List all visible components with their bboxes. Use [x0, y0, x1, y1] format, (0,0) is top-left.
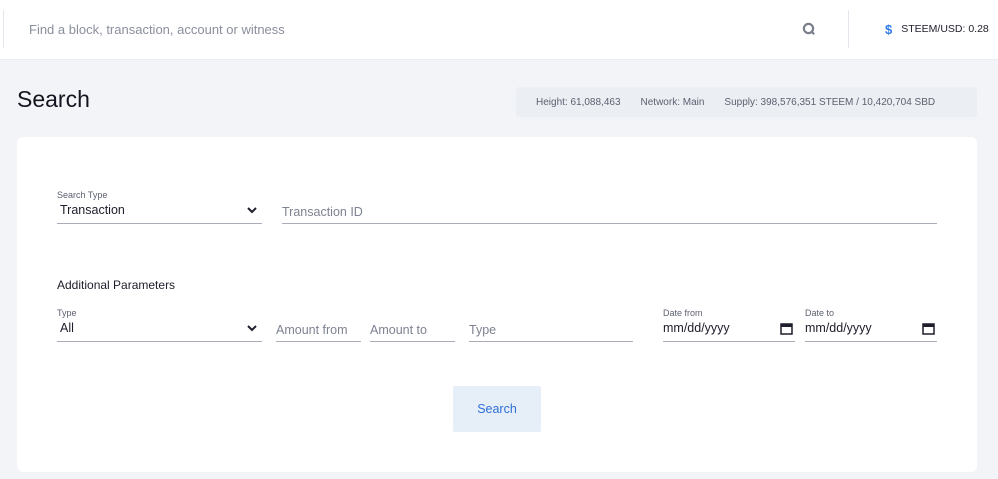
- search-type-value: Transaction: [60, 203, 125, 217]
- date-from-label: Date from: [663, 308, 703, 318]
- date-to-field[interactable]: Date to mm/dd/yyyy: [805, 308, 937, 342]
- dollar-icon: $: [885, 21, 893, 37]
- amount-from-placeholder: Amount from: [276, 323, 348, 337]
- transaction-id-placeholder: Transaction ID: [282, 205, 363, 219]
- search-type-label: Search Type: [57, 190, 108, 200]
- search-card: Search Type Transaction Transaction ID A…: [17, 137, 977, 472]
- amount-to-placeholder: Amount to: [370, 323, 427, 337]
- divider: [848, 10, 849, 48]
- chevron-down-icon: [247, 207, 257, 214]
- stat-height: Height: 61,088,463: [536, 96, 621, 108]
- page-title: Search: [17, 86, 90, 112]
- chain-stats: Height: 61,088,463 Network: Main Supply:…: [516, 87, 977, 117]
- chevron-down-icon: [247, 325, 257, 332]
- operation-type-placeholder: Type: [469, 323, 497, 337]
- date-to-label: Date to: [805, 308, 835, 318]
- additional-parameters-heading: Additional Parameters: [57, 278, 176, 292]
- divider: [3, 10, 4, 48]
- stat-supply: Supply: 398,576,351 STEEM / 10,420,704 S…: [724, 96, 936, 108]
- global-search-input[interactable]: [20, 14, 800, 44]
- search-type-select[interactable]: Search Type Transaction: [57, 190, 262, 224]
- operation-type-field[interactable]: Type: [469, 308, 633, 342]
- type-label: Type: [57, 308, 77, 318]
- date-from-value: mm/dd/yyyy: [663, 321, 730, 335]
- amount-from-field[interactable]: Amount from: [276, 308, 361, 342]
- price-text: STEEM/USD: 0.28: [901, 23, 989, 35]
- type-value: All: [60, 321, 74, 335]
- type-select[interactable]: Type All: [57, 308, 262, 342]
- transaction-id-field[interactable]: Transaction ID: [282, 190, 937, 224]
- top-bar: $ STEEM/USD: 0.28: [0, 0, 998, 60]
- amount-to-field[interactable]: Amount to: [370, 308, 455, 342]
- search-button[interactable]: Search: [453, 386, 541, 432]
- calendar-icon[interactable]: [922, 322, 935, 335]
- price-ticker: $ STEEM/USD: 0.28: [885, 21, 989, 37]
- date-from-field[interactable]: Date from mm/dd/yyyy: [663, 308, 795, 342]
- calendar-icon[interactable]: [780, 322, 793, 335]
- stat-network: Network: Main: [640, 96, 705, 108]
- search-icon[interactable]: [800, 20, 818, 38]
- date-to-value: mm/dd/yyyy: [805, 321, 872, 335]
